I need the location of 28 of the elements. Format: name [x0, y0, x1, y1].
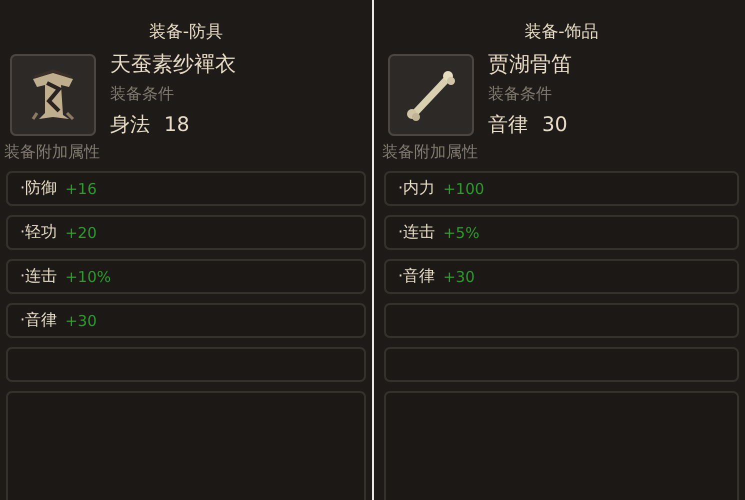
- requirement-stat: 音律: [488, 112, 528, 136]
- attribute-value: +16: [65, 180, 97, 198]
- item-name: 贾湖骨笛: [488, 51, 572, 78]
- requirement-label: 装备条件: [110, 84, 175, 105]
- requirement-value: 18: [164, 112, 190, 136]
- attribute-name: ·连击: [398, 222, 436, 243]
- attribute-value: +5%: [443, 224, 480, 242]
- attributes-label: 装备附加属性: [4, 142, 101, 163]
- attribute-name: ·音律: [398, 266, 436, 287]
- category-title: 装备-防具: [148, 21, 224, 44]
- attribute-value: +30: [443, 268, 475, 286]
- attributes-label: 装备附加属性: [382, 142, 479, 163]
- item-slot[interactable]: [388, 54, 474, 136]
- attribute-name: ·防御: [20, 178, 58, 199]
- item-name: 天蚕素纱襌衣: [110, 51, 236, 78]
- requirement-value: 30: [542, 112, 568, 136]
- attribute-name: ·轻功: [20, 222, 58, 243]
- attribute-value: +100: [443, 180, 484, 198]
- attribute-value: +30: [65, 312, 97, 330]
- item-slot[interactable]: [10, 54, 96, 136]
- attribute-value: +20: [65, 224, 97, 242]
- category-title: 装备-饰品: [523, 21, 600, 44]
- requirement-label: 装备条件: [488, 84, 553, 105]
- requirement-stat: 身法: [110, 112, 150, 136]
- attribute-name: ·音律: [20, 310, 58, 331]
- attribute-name: ·内力: [398, 178, 436, 199]
- attribute-name: ·连击: [20, 266, 58, 287]
- attribute-value: +10%: [65, 268, 112, 286]
